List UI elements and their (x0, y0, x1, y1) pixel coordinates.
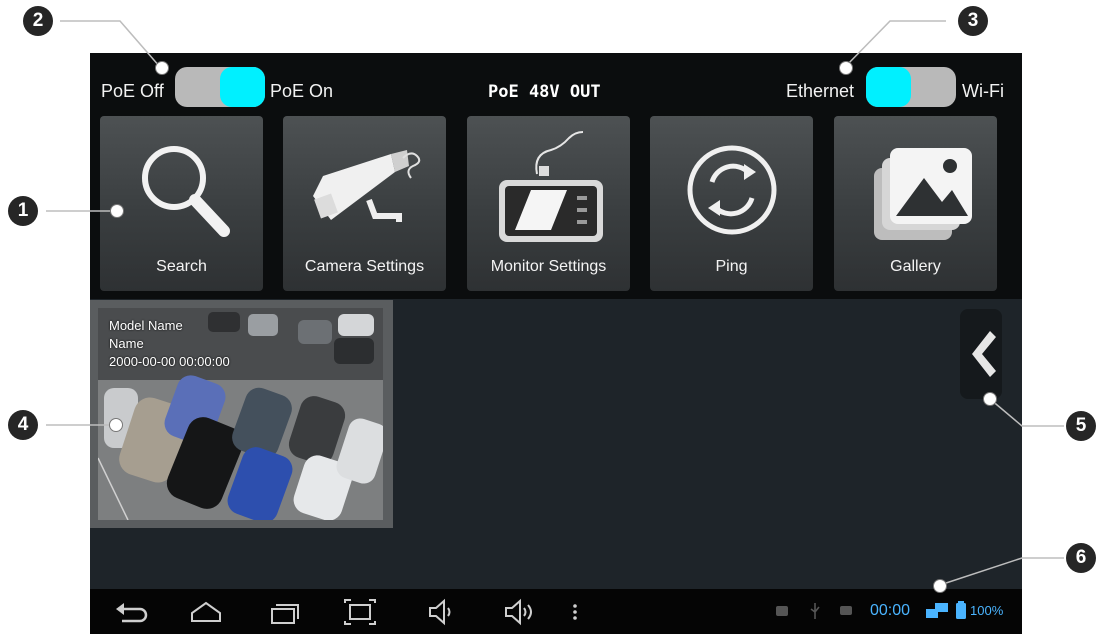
callout-lines (46, 20, 1064, 586)
callout-dot-5 (983, 392, 997, 406)
callout-badge-2: 2 (23, 6, 53, 36)
callout-dot-6 (933, 579, 947, 593)
callout-dot-3 (839, 61, 853, 75)
callout-badge-3: 3 (958, 6, 988, 36)
callout-badge-4: 4 (8, 410, 38, 440)
callout-dot-4 (109, 418, 123, 432)
callout-dot-2 (155, 61, 169, 75)
callout-dot-1 (110, 204, 124, 218)
callout-badge-1: 1 (8, 196, 38, 226)
callout-badge-6: 6 (1066, 543, 1096, 573)
callout-badge-5: 5 (1066, 411, 1096, 441)
